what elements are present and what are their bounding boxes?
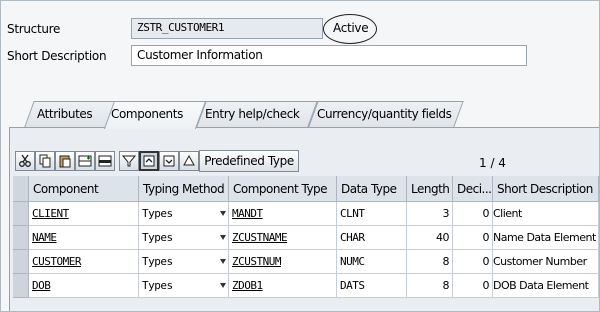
table-cell-typing-method[interactable]: Types bbox=[139, 226, 229, 250]
table-cell-short-description[interactable]: Customer Number bbox=[493, 250, 599, 274]
insert-row-icon[interactable] bbox=[75, 151, 95, 171]
col-header-data-type[interactable]: Data Type bbox=[337, 176, 407, 202]
tab-currency-quantity-fields-label: Currency/quantity fields bbox=[317, 107, 452, 121]
table-cell-length[interactable]: 40 bbox=[407, 226, 453, 250]
table-cell-length[interactable]: 8 bbox=[407, 274, 453, 298]
dropdown-arrow-icon[interactable] bbox=[220, 235, 226, 240]
table-cell-short-description[interactable]: Client bbox=[493, 202, 599, 226]
short-description-label: Short Description bbox=[7, 49, 107, 63]
copy-icon[interactable] bbox=[35, 151, 55, 171]
select-all-corner[interactable] bbox=[13, 176, 29, 202]
table-cell-typing-method[interactable]: Types bbox=[139, 202, 229, 226]
cut-icon[interactable] bbox=[15, 151, 35, 171]
dropdown-arrow-icon[interactable] bbox=[220, 259, 226, 264]
table-cell-decimals[interactable]: 0 bbox=[453, 274, 493, 298]
table-cell-decimals[interactable]: 0 bbox=[453, 250, 493, 274]
col-header-decimals[interactable]: Deci... bbox=[453, 176, 493, 202]
table-cell-data-type[interactable]: CLNT bbox=[337, 202, 407, 226]
move-up-icon[interactable] bbox=[139, 151, 159, 171]
dropdown-arrow-icon[interactable] bbox=[220, 211, 226, 216]
filter-icon[interactable] bbox=[119, 151, 139, 171]
status-text: Active bbox=[333, 21, 369, 35]
table-cell-component-type[interactable]: MANDT bbox=[229, 202, 337, 226]
table-cell-component[interactable]: CLIENT bbox=[29, 202, 139, 226]
table-cell-length[interactable]: 3 bbox=[407, 202, 453, 226]
table-cell-component-type[interactable]: ZCUSTNUM bbox=[229, 250, 337, 274]
delete-row-icon[interactable] bbox=[95, 151, 115, 171]
table-cell-short-description[interactable]: DOB Data Element bbox=[493, 274, 599, 298]
row-selector[interactable] bbox=[13, 226, 29, 250]
table-cell-typing-method[interactable]: Types bbox=[139, 250, 229, 274]
table-cell-component[interactable]: DOB bbox=[29, 274, 139, 298]
short-description-field[interactable]: Customer Information bbox=[131, 45, 527, 66]
table-cell-component[interactable]: CUSTOMER bbox=[29, 250, 139, 274]
row-selector[interactable] bbox=[13, 274, 29, 298]
predefined-type-button[interactable]: Predefined Type bbox=[199, 150, 299, 172]
table-cell-data-type[interactable]: NUMC bbox=[337, 250, 407, 274]
move-down-icon[interactable] bbox=[159, 151, 179, 171]
col-header-length[interactable]: Length bbox=[407, 176, 453, 202]
table-cell-data-type[interactable]: CHAR bbox=[337, 226, 407, 250]
dropdown-arrow-icon[interactable] bbox=[220, 283, 226, 288]
structure-label: Structure bbox=[7, 22, 61, 36]
table-cell-decimals[interactable]: 0 bbox=[453, 226, 493, 250]
page-indicator: 1 / 4 bbox=[479, 156, 506, 170]
tab-components-label: Components bbox=[111, 107, 183, 121]
table-cell-data-type[interactable]: DATS bbox=[337, 274, 407, 298]
table-cell-decimals[interactable]: 0 bbox=[453, 202, 493, 226]
paste-icon[interactable] bbox=[55, 151, 75, 171]
structure-field[interactable]: ZSTR_CUSTOMER1 bbox=[131, 18, 323, 39]
col-header-component-type[interactable]: Component Type bbox=[229, 176, 337, 202]
table-cell-component-type[interactable]: ZDOB1 bbox=[229, 274, 337, 298]
table-cell-short-description[interactable]: Name Data Element bbox=[493, 226, 599, 250]
row-selector[interactable] bbox=[13, 250, 29, 274]
tab-attributes-label: Attributes bbox=[37, 107, 93, 121]
col-header-component[interactable]: Component bbox=[29, 176, 139, 202]
tab-entry-help-check-label: Entry help/check bbox=[205, 107, 300, 121]
sap-structure-screen: Structure ZSTR_CUSTOMER1 Active Short De… bbox=[0, 0, 600, 312]
col-header-short-description[interactable]: Short Description bbox=[493, 176, 599, 202]
table-cell-typing-method[interactable]: Types bbox=[139, 274, 229, 298]
table-cell-length[interactable]: 8 bbox=[407, 250, 453, 274]
row-selector[interactable] bbox=[13, 202, 29, 226]
col-header-typing-method[interactable]: Typing Method bbox=[139, 176, 229, 202]
table-cell-component-type[interactable]: ZCUSTNAME bbox=[229, 226, 337, 250]
table-cell-component[interactable]: NAME bbox=[29, 226, 139, 250]
sort-icon[interactable] bbox=[179, 151, 199, 171]
